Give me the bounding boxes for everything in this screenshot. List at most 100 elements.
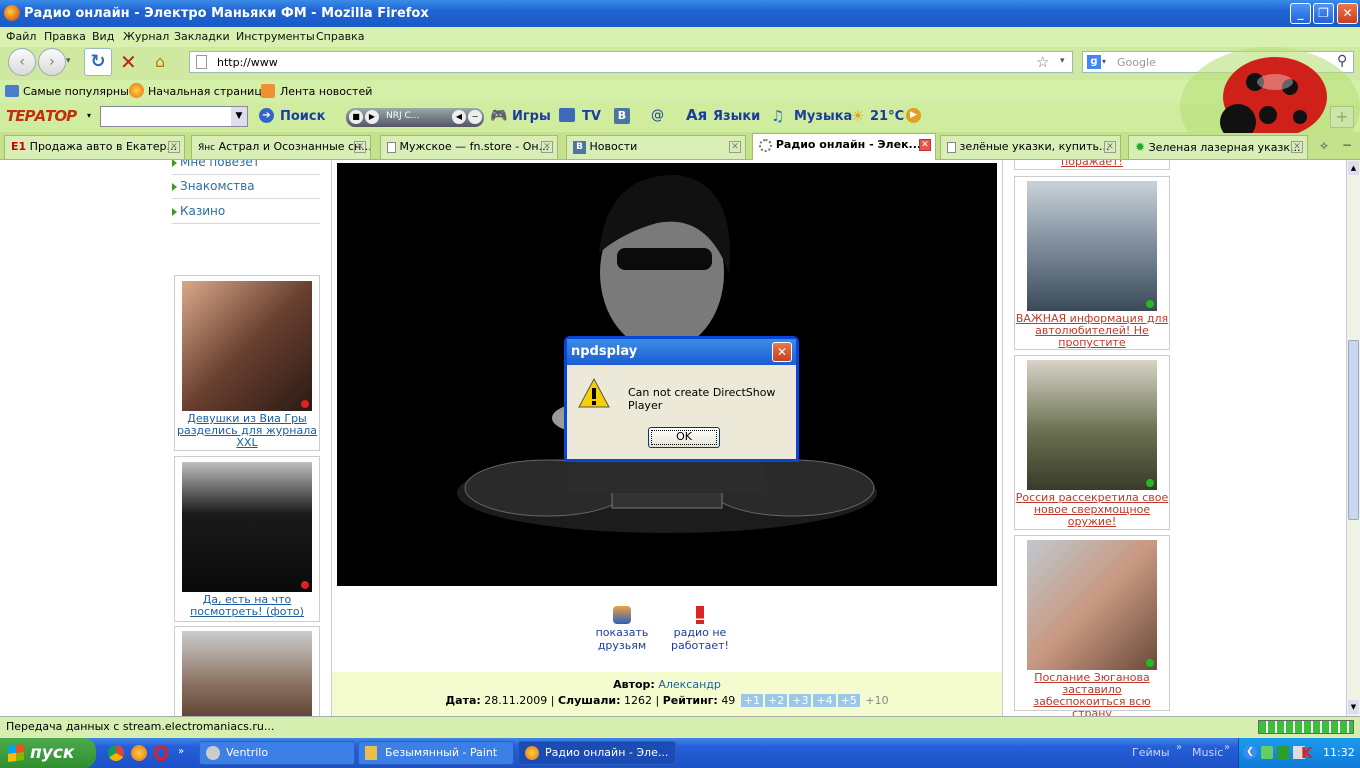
network-icon[interactable] [1277,746,1289,759]
vkontakte-icon[interactable]: B [614,108,630,124]
dialog-close-icon[interactable]: ✕ [772,342,792,362]
radio-stop-icon[interactable]: ■ [349,110,363,124]
toolbar-games-label[interactable]: Геймы [1132,746,1170,759]
add-button-icon[interactable]: + [1330,106,1354,128]
chrome-icon[interactable] [108,745,124,761]
menu-bookmarks[interactable]: Закладки [174,30,230,43]
author-link[interactable]: Александр [658,678,721,691]
search-dropdown-icon[interactable]: ▼ [231,107,247,126]
tray-app-icon[interactable] [1261,746,1273,759]
reload-icon[interactable]: ↻ [84,48,112,76]
ad-caption[interactable]: Девушки из Виа Гры разделись для журнала… [175,413,319,449]
task-firefox[interactable]: Радио онлайн - Эле... [518,741,676,765]
ad-caption[interactable]: Послание Зюганова заставило забеспокоить… [1015,672,1169,717]
ad-caption[interactable]: Да, есть на что посмотреть! (фото) [175,594,319,618]
vote-plus10-button[interactable]: +10 [865,694,888,707]
tab-laser-pointer[interactable]: ✹ Зеленая лазерная указк... ✕ [1128,135,1308,159]
close-tab-icon[interactable]: ✕ [168,141,180,153]
ad-card-cut[interactable]: поражает! [1014,160,1170,170]
vote-plus2-button[interactable]: +2 [765,694,788,707]
forward-arrow-icon[interactable]: › [38,48,66,76]
home-icon[interactable]: ⌂ [155,52,165,71]
url-bar[interactable]: http://www ☆ ▾ [189,51,1073,73]
ad-card[interactable]: Россия рассекретила свое новое сверхмощн… [1014,355,1170,530]
close-tab-icon[interactable]: ✕ [729,141,741,153]
weather-next-icon[interactable]: ▶ [906,108,921,123]
ad-card[interactable]: ВАЖНАЯ информация для автолюбителей! Не … [1014,176,1170,350]
maximize-button[interactable]: ❐ [1313,3,1334,24]
music-button[interactable]: Музыка [794,109,852,124]
url-dropdown-icon[interactable]: ▾ [1060,56,1065,66]
back-arrow-icon[interactable]: ‹ [8,48,36,76]
tab-auto[interactable]: E1 Продажа авто в Екатер... ✕ [4,135,185,159]
tirator-search-input[interactable]: ▼ [100,106,248,127]
close-tab-icon[interactable]: ✕ [1291,141,1303,153]
task-paint[interactable]: Безымянный - Paint [358,741,514,765]
tab-astral[interactable]: Янс Астрал и Осознанные сн... ✕ [191,135,371,159]
mail-icon[interactable]: @ [651,108,664,123]
sidebar-link-casino[interactable]: Казино [172,199,320,224]
ad-card[interactable] [174,626,320,716]
radio-player[interactable]: ■ ▶ NRJ C... ◀ − [346,108,484,127]
minimize-button[interactable]: _ [1290,3,1311,24]
radio-menu-icon[interactable]: − [468,110,482,124]
menu-edit[interactable]: Правка [44,30,86,43]
close-tab-icon[interactable]: ✕ [354,141,366,153]
volume-icon[interactable]: ◀ [452,110,466,124]
stop-icon[interactable]: ✕ [120,50,137,74]
vote-plus5-button[interactable]: +5 [837,694,860,707]
bookmark-start[interactable]: Начальная страница [148,85,269,98]
languages-button[interactable]: Языки [713,109,760,124]
tv-button[interactable]: TV [582,109,601,124]
tab-radio-active[interactable]: Радио онлайн - Элек... ✕ [752,133,936,160]
firefox-quicklaunch-icon[interactable] [131,745,147,761]
ad-card[interactable]: Послание Зюганова заставило забеспокоить… [1014,535,1170,716]
google-icon[interactable]: g [1087,55,1101,69]
menu-tools[interactable]: Инструменты [236,30,315,43]
tray-collapse-icon[interactable]: ❮ [1243,745,1257,759]
search-bar[interactable]: g ▾ Google ⚲ [1082,51,1354,73]
search-go-icon[interactable]: ➔ [259,108,274,123]
history-dropdown-icon[interactable]: ▾ [66,56,71,66]
ad-caption[interactable]: Россия рассекретила свое новое сверхмощн… [1015,492,1169,528]
vote-plus1-button[interactable]: +1 [740,694,764,707]
logo-dropdown-icon[interactable]: ▾ [87,111,91,120]
share-with-friends-button[interactable]: показать друзьям [592,606,652,652]
menu-history[interactable]: Журнал [123,30,169,43]
games-button[interactable]: Игры [512,109,551,124]
radio-broken-button[interactable]: радио не работает! [660,606,740,652]
bookmark-news[interactable]: Лента новостей [280,85,372,98]
tirator-logo[interactable]: ТЕРАТОР [6,107,77,125]
ad-card[interactable]: Девушки из Виа Гры разделись для журнала… [174,275,320,451]
menu-view[interactable]: Вид [92,30,114,43]
tab-list-icon[interactable]: ⟡ [1320,138,1328,153]
vote-plus4-button[interactable]: +4 [813,694,836,707]
close-window-button[interactable]: ✕ [1337,3,1358,24]
tab-menu-icon[interactable]: − [1342,138,1352,152]
close-tab-icon[interactable]: ✕ [919,139,931,151]
sidebar-link-lucky[interactable]: Мне повезет [172,160,320,175]
radio-play-icon[interactable]: ▶ [365,110,379,124]
tab-fnstore[interactable]: Мужское — fn.store - Он... ✕ [380,135,558,159]
dialog-ok-button[interactable]: OK [648,427,720,448]
bookmark-popular[interactable]: Самые популярные [23,85,136,98]
close-tab-icon[interactable]: ✕ [541,141,553,153]
menu-file[interactable]: Файл [6,30,36,43]
task-ventrilo[interactable]: Ventrilo [199,741,355,765]
tirator-search-button[interactable]: Поиск [280,109,325,124]
scroll-down-icon[interactable]: ▼ [1348,700,1359,714]
start-button[interactable]: пуск [0,738,96,768]
opera-icon[interactable] [154,745,168,761]
close-tab-icon[interactable]: ✕ [1104,141,1116,153]
scroll-up-icon[interactable]: ▲ [1348,161,1359,175]
vote-plus3-button[interactable]: +3 [789,694,812,707]
ad-caption[interactable]: поражает! [1015,160,1169,168]
kaspersky-icon[interactable]: K [1301,744,1313,762]
tab-news[interactable]: B Новости ✕ [566,135,746,159]
scroll-thumb[interactable] [1348,340,1359,520]
vertical-scrollbar[interactable]: ▲ ▼ [1346,160,1360,716]
quicklaunch-expand-icon[interactable]: » [178,746,184,757]
menu-help[interactable]: Справка [316,30,364,43]
ad-card[interactable]: Да, есть на что посмотреть! (фото) [174,456,320,622]
ad-caption[interactable]: ВАЖНАЯ информация для автолюбителей! Не … [1015,313,1169,349]
